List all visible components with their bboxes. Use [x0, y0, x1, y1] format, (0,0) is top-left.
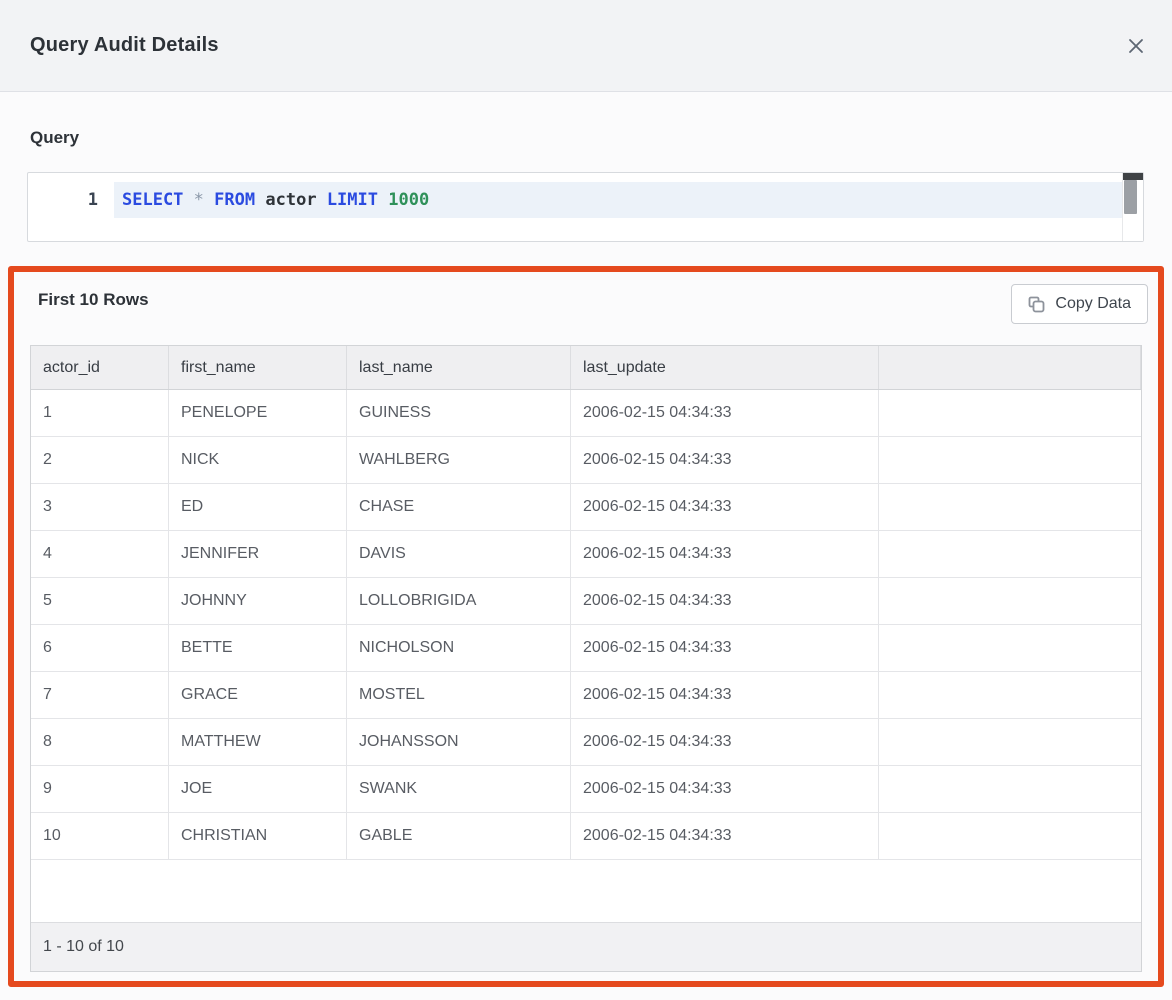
copy-icon [1028, 296, 1045, 313]
table-cell: 2006-02-15 04:34:33 [571, 719, 879, 765]
close-button[interactable] [1116, 26, 1156, 66]
table-pagination: 1 - 10 of 10 [31, 922, 1141, 971]
table-cell [879, 531, 1141, 577]
table-cell: 2 [31, 437, 169, 483]
table-filler [31, 860, 1141, 922]
table-cell: PENELOPE [169, 390, 347, 436]
table-cell: 3 [31, 484, 169, 530]
query-section-label: Query [30, 128, 79, 148]
table-row: 3EDCHASE2006-02-15 04:34:33 [31, 484, 1141, 531]
table-cell: 2006-02-15 04:34:33 [571, 484, 879, 530]
sql-token: FROM [214, 190, 255, 210]
table-cell: 2006-02-15 04:34:33 [571, 437, 879, 483]
table-cell: MOSTEL [347, 672, 571, 718]
table-cell: JOHANSSON [347, 719, 571, 765]
editor-scrollbar[interactable] [1122, 173, 1143, 241]
table-cell: GRACE [169, 672, 347, 718]
results-title: First 10 Rows [38, 290, 149, 310]
table-row: 1PENELOPEGUINESS2006-02-15 04:34:33 [31, 390, 1141, 437]
table-cell: BETTE [169, 625, 347, 671]
column-header [879, 346, 1141, 389]
table-cell: WAHLBERG [347, 437, 571, 483]
table-cell: SWANK [347, 766, 571, 812]
copy-data-button[interactable]: Copy Data [1011, 284, 1148, 324]
sql-token: 1000 [388, 190, 429, 210]
table-cell [879, 390, 1141, 436]
table-cell: 5 [31, 578, 169, 624]
table-cell: CHASE [347, 484, 571, 530]
table-cell: 8 [31, 719, 169, 765]
copy-button-label: Copy Data [1055, 295, 1131, 313]
scrollbar-thumb[interactable] [1124, 180, 1137, 214]
table-header-row: actor_idfirst_namelast_namelast_update [31, 346, 1141, 390]
table-cell [879, 437, 1141, 483]
table-cell [879, 625, 1141, 671]
column-header: first_name [169, 346, 347, 389]
column-header: actor_id [31, 346, 169, 389]
table-cell [879, 484, 1141, 530]
table-cell: 2006-02-15 04:34:33 [571, 766, 879, 812]
sql-token: * [194, 190, 204, 210]
table-cell: JOE [169, 766, 347, 812]
table-row: 10CHRISTIANGABLE2006-02-15 04:34:33 [31, 813, 1141, 860]
table-cell: LOLLOBRIGIDA [347, 578, 571, 624]
table-cell: 2006-02-15 04:34:33 [571, 625, 879, 671]
column-header: last_name [347, 346, 571, 389]
table-row: 2NICKWAHLBERG2006-02-15 04:34:33 [31, 437, 1141, 484]
table-row: 5JOHNNYLOLLOBRIGIDA2006-02-15 04:34:33 [31, 578, 1141, 625]
table-body: 1PENELOPEGUINESS2006-02-15 04:34:332NICK… [31, 390, 1141, 860]
sql-token: LIMIT [327, 190, 378, 210]
sql-token: SELECT [122, 190, 183, 210]
table-cell: 6 [31, 625, 169, 671]
sql-token: actor [265, 190, 316, 210]
results-table: actor_idfirst_namelast_namelast_update 1… [30, 345, 1142, 972]
table-cell: MATTHEW [169, 719, 347, 765]
table-cell: 2006-02-15 04:34:33 [571, 390, 879, 436]
code-line-content: SELECT * FROM actor LIMIT 1000 [114, 182, 1122, 218]
table-row: 4JENNIFERDAVIS2006-02-15 04:34:33 [31, 531, 1141, 578]
table-cell: DAVIS [347, 531, 571, 577]
table-cell: 1 [31, 390, 169, 436]
table-row: 8MATTHEWJOHANSSON2006-02-15 04:34:33 [31, 719, 1141, 766]
table-cell [879, 719, 1141, 765]
table-cell: 2006-02-15 04:34:33 [571, 672, 879, 718]
table-cell: JENNIFER [169, 531, 347, 577]
table-cell [879, 766, 1141, 812]
close-icon [1127, 37, 1145, 55]
modal-header: Query Audit Details [0, 0, 1172, 92]
table-cell: CHRISTIAN [169, 813, 347, 859]
table-cell [879, 672, 1141, 718]
table-row: 7GRACEMOSTEL2006-02-15 04:34:33 [31, 672, 1141, 719]
table-cell: ED [169, 484, 347, 530]
table-cell: 10 [31, 813, 169, 859]
table-cell [879, 813, 1141, 859]
table-row: 6BETTENICHOLSON2006-02-15 04:34:33 [31, 625, 1141, 672]
table-cell: 7 [31, 672, 169, 718]
table-cell: GUINESS [347, 390, 571, 436]
column-header: last_update [571, 346, 879, 389]
table-cell: 2006-02-15 04:34:33 [571, 531, 879, 577]
table-cell [879, 578, 1141, 624]
table-cell: 4 [31, 531, 169, 577]
table-cell: JOHNNY [169, 578, 347, 624]
results-section: First 10 Rows Copy Data actor_idfirst_na… [8, 266, 1164, 987]
scrollbar-cap [1123, 173, 1143, 180]
modal-title: Query Audit Details [0, 34, 219, 57]
table-cell: NICHOLSON [347, 625, 571, 671]
table-cell: GABLE [347, 813, 571, 859]
table-cell: 9 [31, 766, 169, 812]
table-row: 9JOESWANK2006-02-15 04:34:33 [31, 766, 1141, 813]
line-number: 1 [28, 182, 114, 218]
table-cell: NICK [169, 437, 347, 483]
sql-code-editor[interactable]: 1 SELECT * FROM actor LIMIT 1000 [27, 172, 1144, 242]
table-cell: 2006-02-15 04:34:33 [571, 813, 879, 859]
table-cell: 2006-02-15 04:34:33 [571, 578, 879, 624]
